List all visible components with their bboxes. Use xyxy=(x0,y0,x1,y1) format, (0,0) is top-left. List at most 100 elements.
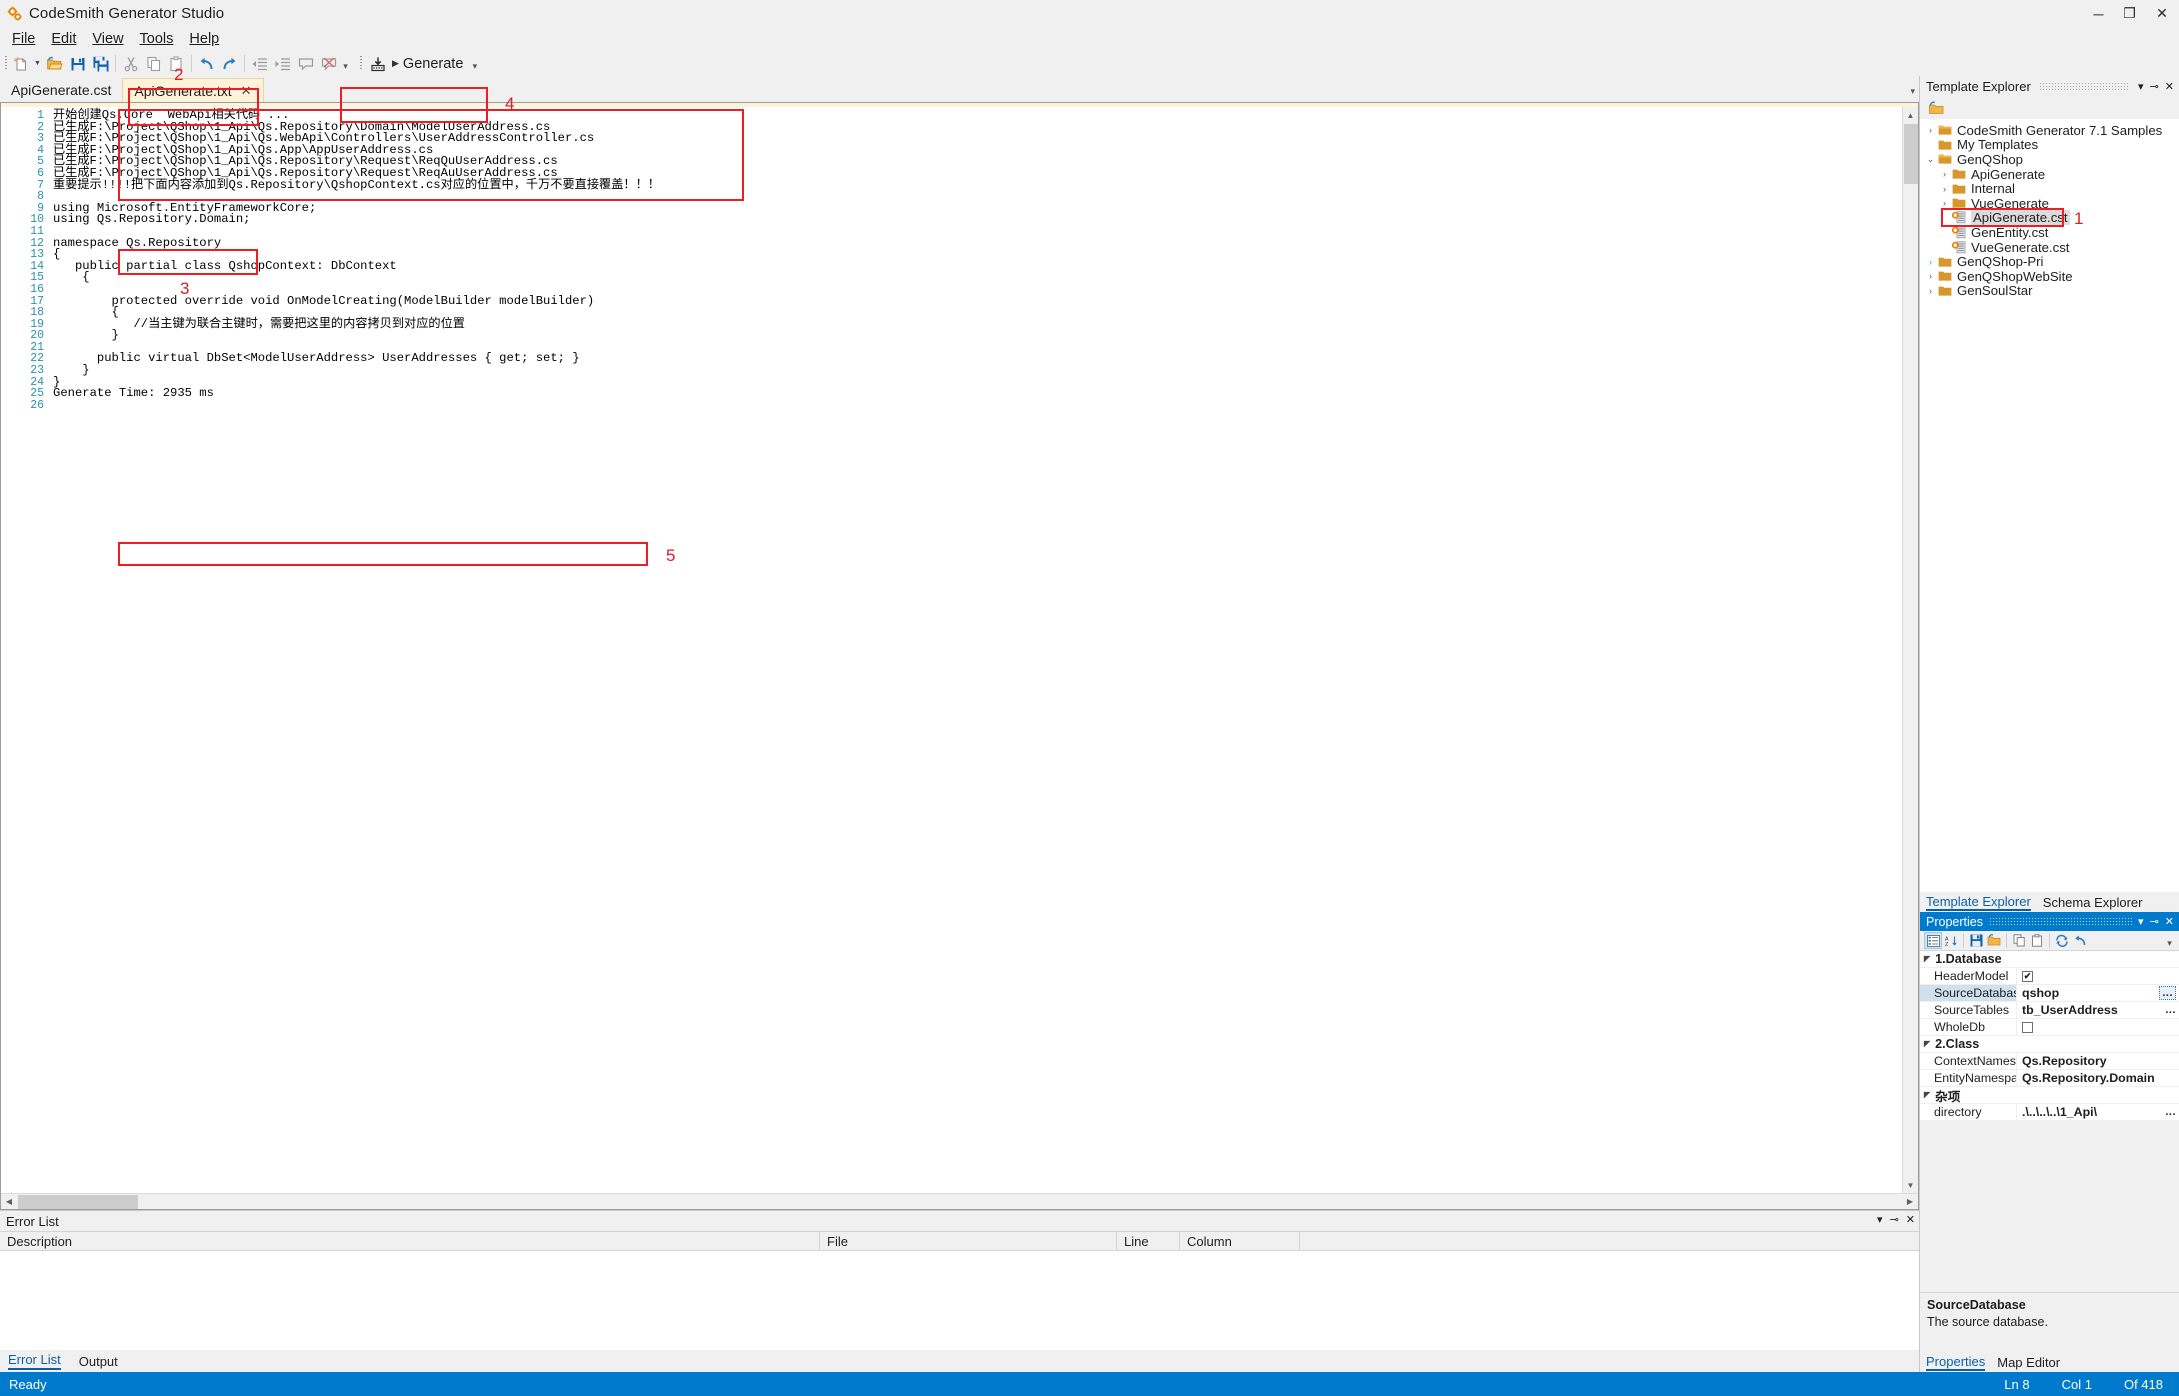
tab-output[interactable]: Output xyxy=(79,1354,118,1369)
properties-grid[interactable]: ◢1.DatabaseHeaderModel✔SourceDatabaseqsh… xyxy=(1920,951,2179,1121)
property-row[interactable]: SourceTables tb_UserAddress... xyxy=(1920,1002,2179,1019)
property-row[interactable]: directory .\..\..\..\1_Api\... xyxy=(1920,1104,2179,1121)
generate-play-icon[interactable]: ▶ xyxy=(389,58,399,69)
property-value[interactable]: Qs.Repository xyxy=(2017,1054,2179,1068)
save-icon[interactable] xyxy=(66,53,89,75)
save-all-icon[interactable] xyxy=(89,53,112,75)
expander-icon[interactable]: ◢ xyxy=(1924,955,1930,964)
chevron-right-icon[interactable]: › xyxy=(1924,286,1937,296)
editor-surface[interactable]: 1 开始创建Qs.Core WebApi相关代码 ... 2 已生成F:\Projec… xyxy=(1,107,1918,1193)
categorized-icon[interactable] xyxy=(1924,932,1942,949)
toolbar-grip[interactable] xyxy=(2,55,9,72)
error-list-rows[interactable] xyxy=(0,1251,1919,1350)
tree-item-vuegenerate-cst[interactable]: VueGenerate.cst xyxy=(1920,240,2179,255)
vertical-scroll-thumb[interactable] xyxy=(1904,124,1918,184)
new-icon[interactable] xyxy=(9,53,32,75)
close-icon[interactable]: ✕ xyxy=(2165,915,2174,928)
chevron-right-icon[interactable]: › xyxy=(1938,198,1951,208)
tree-item-apigenerate-cst[interactable]: ApiGenerate.cst xyxy=(1920,210,2179,226)
open-icon[interactable] xyxy=(1985,932,2003,949)
tab-map-editor[interactable]: Map Editor xyxy=(1997,1355,2060,1370)
doc-tab-apigenerate-cst[interactable]: ApiGenerate.cst xyxy=(0,78,122,102)
column-file[interactable]: File xyxy=(820,1232,1117,1250)
save-icon[interactable] xyxy=(1967,932,1985,949)
toolbar-overflow-icon[interactable]: ▾ xyxy=(340,53,351,75)
expander-icon[interactable]: ◢ xyxy=(1924,1091,1930,1100)
copy-icon[interactable] xyxy=(2010,932,2028,949)
chevron-right-icon[interactable]: › xyxy=(1924,271,1937,281)
ellipsis-button[interactable]: ... xyxy=(2165,1106,2176,1118)
tree-item-genqshop-pri[interactable]: › GenQShop-Pri xyxy=(1920,254,2179,269)
horizontal-scroll-thumb[interactable] xyxy=(18,1195,138,1209)
property-value[interactable]: qshop... xyxy=(2017,986,2179,1000)
maximize-button[interactable]: ❐ xyxy=(2114,0,2145,27)
menu-help[interactable]: Help xyxy=(181,29,227,49)
chevron-down-icon[interactable]: ⌄ xyxy=(1924,154,1937,165)
chevron-right-icon[interactable]: › xyxy=(1924,125,1937,135)
ellipsis-button[interactable]: ... xyxy=(2159,986,2176,1000)
close-button[interactable]: ✕ xyxy=(2145,0,2179,27)
paste-icon[interactable] xyxy=(2028,932,2046,949)
chevron-right-icon[interactable]: › xyxy=(1938,169,1951,179)
tab-schema-explorer[interactable]: Schema Explorer xyxy=(2043,895,2143,910)
undo-icon[interactable] xyxy=(195,53,218,75)
code-text-area[interactable]: 1 开始创建Qs.Core WebApi相关代码 ... 2 已生成F:\Projec… xyxy=(19,107,1918,1193)
menu-tools[interactable]: Tools xyxy=(132,29,182,49)
property-value[interactable]: ✔ xyxy=(2017,970,2179,982)
refresh-folder-icon[interactable] xyxy=(1925,97,1948,119)
chevron-right-icon[interactable]: › xyxy=(1938,184,1951,194)
redo-icon[interactable] xyxy=(218,53,241,75)
generate-button[interactable]: Generate xyxy=(399,56,469,72)
chevron-right-icon[interactable]: › xyxy=(1924,257,1937,267)
checkbox[interactable] xyxy=(2022,1021,2033,1033)
generate-toolbar-grip[interactable] xyxy=(357,55,364,72)
column-column[interactable]: Column xyxy=(1180,1232,1300,1250)
ellipsis-button[interactable]: ... xyxy=(2165,1004,2176,1016)
pin-icon[interactable]: ⊸ xyxy=(2150,80,2159,93)
close-icon[interactable]: ✕ xyxy=(241,83,252,99)
column-line[interactable]: Line xyxy=(1117,1232,1180,1250)
tree-item-my-templates[interactable]: My Templates xyxy=(1920,137,2179,152)
property-row[interactable]: EntityNamespace Qs.Repository.Domain xyxy=(1920,1070,2179,1087)
pin-icon[interactable]: ⊸ xyxy=(1890,1213,1899,1226)
tab-properties[interactable]: Properties xyxy=(1926,1354,1986,1371)
property-row[interactable]: ContextNamespace Qs.Repository xyxy=(1920,1053,2179,1070)
scroll-right-icon[interactable]: ▶ xyxy=(1902,1194,1918,1210)
tree-item-genqshopwebsite[interactable]: › GenQShopWebSite xyxy=(1920,269,2179,284)
checkbox[interactable]: ✔ xyxy=(2022,970,2033,982)
editor-horizontal-scrollbar[interactable]: ◀ ▶ xyxy=(1,1193,1918,1209)
close-icon[interactable]: ✕ xyxy=(2165,80,2174,93)
property-value[interactable] xyxy=(2017,1021,2179,1033)
chevron-down-icon[interactable]: ▾ xyxy=(1877,1213,1883,1226)
property-value[interactable]: Qs.Repository.Domain xyxy=(2017,1071,2179,1085)
property-row[interactable]: WholeDb xyxy=(1920,1019,2179,1036)
new-dropdown-icon[interactable]: ▼ xyxy=(32,53,43,75)
tree-item-internal[interactable]: › Internal xyxy=(1920,181,2179,196)
property-category[interactable]: ◢ 2.Class xyxy=(1920,1036,2179,1053)
generate-overflow-icon[interactable]: ▾ xyxy=(469,53,480,75)
property-value[interactable]: .\..\..\..\1_Api\... xyxy=(2017,1105,2179,1119)
menu-view[interactable]: View xyxy=(84,29,131,49)
menu-file[interactable]: File xyxy=(4,29,43,49)
tab-error-list[interactable]: Error List xyxy=(8,1352,61,1370)
minimize-button[interactable]: ─ xyxy=(2083,0,2114,27)
property-category[interactable]: ◢ 杂项 xyxy=(1920,1087,2179,1104)
close-icon[interactable]: ✕ xyxy=(1906,1213,1915,1226)
property-category[interactable]: ◢ 1.Database xyxy=(1920,951,2179,968)
reset-icon[interactable] xyxy=(2071,932,2089,949)
doc-tab-apigenerate-txt[interactable]: ApiGenerate.txt ✕ xyxy=(122,78,264,102)
tree-item-apigenerate[interactable]: › ApiGenerate xyxy=(1920,167,2179,182)
pin-icon[interactable]: ⊸ xyxy=(2150,915,2159,928)
template-tree[interactable]: 1 › CodeSmith Generator 7.1 Samples My Tem… xyxy=(1920,119,2179,892)
scroll-left-icon[interactable]: ◀ xyxy=(1,1194,17,1210)
tab-overflow-icon[interactable]: ▾ xyxy=(1910,86,1915,97)
chevron-down-icon[interactable]: ▾ xyxy=(2138,915,2144,928)
generate-icon[interactable] xyxy=(366,53,389,75)
tree-item-gensoulstar[interactable]: › GenSoulStar xyxy=(1920,283,2179,298)
expander-icon[interactable]: ◢ xyxy=(1924,1040,1930,1049)
property-row[interactable]: SourceDatabaseqshop... xyxy=(1920,985,2179,1002)
property-value[interactable]: tb_UserAddress... xyxy=(2017,1003,2179,1017)
properties-toolbar-overflow-icon[interactable]: ▾ xyxy=(2164,930,2175,952)
menu-edit[interactable]: Edit xyxy=(43,29,84,49)
refresh-icon[interactable] xyxy=(2053,932,2071,949)
